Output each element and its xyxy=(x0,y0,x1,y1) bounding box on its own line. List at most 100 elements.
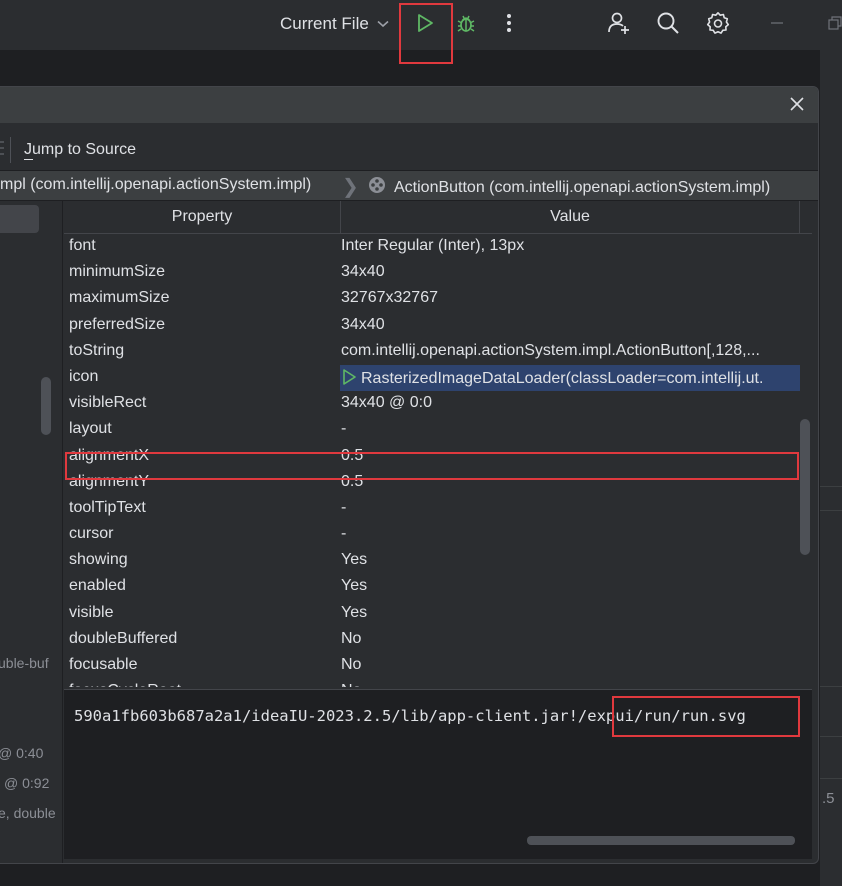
tree-text-fragment: uble-buf xyxy=(0,655,49,671)
property-value: - xyxy=(341,525,347,543)
ide-right-panel: .5 xyxy=(820,50,842,886)
add-user-icon xyxy=(607,11,631,40)
chevron-down-icon xyxy=(377,17,389,31)
property-name: focusable xyxy=(69,656,138,673)
horizontal-scrollbar[interactable] xyxy=(527,836,795,845)
property-name: font xyxy=(69,237,96,254)
property-name: focusCycleRoot xyxy=(69,682,181,687)
run-config-label: Current File xyxy=(280,14,369,33)
table-row[interactable]: font Inter Regular (Inter), 13px xyxy=(64,234,800,260)
toolbar-grip xyxy=(0,138,6,158)
property-value: - xyxy=(341,420,347,438)
right-fragment: .5 xyxy=(822,790,835,807)
property-name: doubleBuffered xyxy=(69,629,178,647)
toolbar-separator xyxy=(10,137,11,163)
table-row[interactable]: icon RasterizedImageDataLoader(classLoade… xyxy=(64,364,801,391)
code-with-me-button[interactable] xyxy=(604,10,634,40)
main-toolbar: Current File xyxy=(0,0,842,64)
property-value: 34x40 xyxy=(341,263,385,281)
table-row[interactable]: enabled Yes xyxy=(64,574,800,600)
property-value: No xyxy=(341,629,362,647)
table-row[interactable]: focusCycleRoot No xyxy=(64,679,800,687)
table-scrollbar[interactable] xyxy=(800,419,810,555)
jump-to-source-label: Jump to Source xyxy=(24,141,137,158)
table-row[interactable]: showing Yes xyxy=(64,548,800,574)
run-icon xyxy=(341,368,357,391)
property-value: 34x40 @ 0:0 xyxy=(341,394,432,412)
column-header-value[interactable]: Value xyxy=(341,201,800,233)
property-value-text: RasterizedImageDataLoader(classLoader=co… xyxy=(361,370,764,388)
table-row[interactable]: toolTipText - xyxy=(64,496,800,522)
property-name: showing xyxy=(69,551,128,569)
path-highlight xyxy=(612,696,800,737)
property-name: preferredSize xyxy=(69,315,166,333)
property-value: Inter Regular (Inter), 13px xyxy=(341,237,525,254)
debug-icon xyxy=(455,12,477,39)
icon-row-highlight xyxy=(65,452,799,480)
table-row[interactable]: minimumSize 34x40 xyxy=(64,260,800,286)
property-value: Yes xyxy=(341,551,368,569)
tree-text-fragment: @ 0:40 xyxy=(0,745,44,761)
property-name: cursor xyxy=(69,525,114,543)
properties-table[interactable]: Property Value font Inter Regular (Inter)… xyxy=(64,201,812,687)
dialog-header xyxy=(0,87,818,124)
property-name: minimumSize xyxy=(69,263,166,281)
property-name: visibleRect xyxy=(69,394,147,412)
debug-button[interactable] xyxy=(451,10,481,40)
property-value: Yes xyxy=(341,603,368,621)
restore-icon xyxy=(828,15,842,35)
table-header: Property Value xyxy=(64,201,812,234)
search-icon xyxy=(656,11,680,40)
table-row[interactable]: focusable No xyxy=(64,653,800,679)
property-value: RasterizedImageDataLoader(classLoader=co… xyxy=(341,368,801,391)
table-row[interactable]: toString com.intellij.openapi.actionSyste… xyxy=(64,339,800,365)
more-actions-button[interactable] xyxy=(494,10,524,40)
table-row[interactable]: preferredSize 34x40 xyxy=(64,313,800,339)
property-value: - xyxy=(341,498,347,516)
tree-scrollbar[interactable] xyxy=(41,377,51,435)
property-value: No xyxy=(341,656,362,673)
mnemonic-underline xyxy=(24,159,33,160)
property-value: 34x40 xyxy=(341,315,385,333)
property-name: toolTipText xyxy=(69,498,146,516)
tree-text-fragment: @ 0:92 xyxy=(4,775,50,791)
property-value: Yes xyxy=(341,577,368,595)
tree-text-fragment: e, double xyxy=(0,805,56,821)
property-name: visible xyxy=(69,603,114,621)
search-everywhere-button[interactable] xyxy=(653,10,683,40)
ui-inspector-dialog: Jump to Source mpl (com.intellij.openapi… xyxy=(0,86,819,864)
table-row[interactable]: visible Yes xyxy=(64,601,800,627)
table-row[interactable]: maximumSize 32767x32767 xyxy=(64,286,800,312)
breadcrumb-separator: ❯ xyxy=(342,176,359,198)
breadcrumb-item-parent[interactable]: mpl (com.intellij.openapi.actionSystem.i… xyxy=(0,176,311,194)
breadcrumb-item-label: ActionButton (com.intellij.openapi.actio… xyxy=(394,178,771,196)
icon-path-text-area[interactable]: 590a1fb603b687a2a1/ideaIU-2023.2.5/lib/a… xyxy=(64,689,812,859)
minimize-button[interactable] xyxy=(762,10,792,40)
table-row[interactable]: cursor - xyxy=(64,522,800,548)
property-value: com.intellij.openapi.actionSystem.impl.A… xyxy=(341,341,760,359)
table-row[interactable]: layout - xyxy=(64,417,800,443)
column-header-property[interactable]: Property xyxy=(64,201,341,233)
property-name: layout xyxy=(69,420,112,438)
minimize-icon xyxy=(770,16,784,35)
run-config-selector[interactable]: Current File xyxy=(280,14,389,34)
table-row[interactable]: visibleRect 34x40 @ 0:0 xyxy=(64,391,800,417)
property-value: No xyxy=(341,682,801,687)
property-value: 32767x32767 xyxy=(341,289,438,307)
restore-button[interactable] xyxy=(820,10,842,40)
tree-selected-row[interactable] xyxy=(0,205,39,233)
breadcrumb-item-current[interactable]: ActionButton (com.intellij.openapi.actio… xyxy=(368,176,770,199)
component-icon xyxy=(368,176,386,199)
property-name: enabled xyxy=(69,577,126,595)
close-button[interactable] xyxy=(784,93,810,119)
more-icon xyxy=(506,13,512,38)
component-tree[interactable]: uble-buf @ 0:40 @ 0:92 e, double xyxy=(0,201,63,863)
settings-icon xyxy=(706,11,730,40)
jump-to-source-button[interactable]: Jump to Source xyxy=(24,141,136,159)
dialog-toolbar: Jump to Source xyxy=(0,124,818,170)
property-name: toString xyxy=(69,341,125,359)
table-row[interactable]: doubleBuffered No xyxy=(64,627,800,653)
run-highlight xyxy=(399,3,453,64)
settings-button[interactable] xyxy=(703,10,733,40)
property-name: maximumSize xyxy=(69,289,170,307)
